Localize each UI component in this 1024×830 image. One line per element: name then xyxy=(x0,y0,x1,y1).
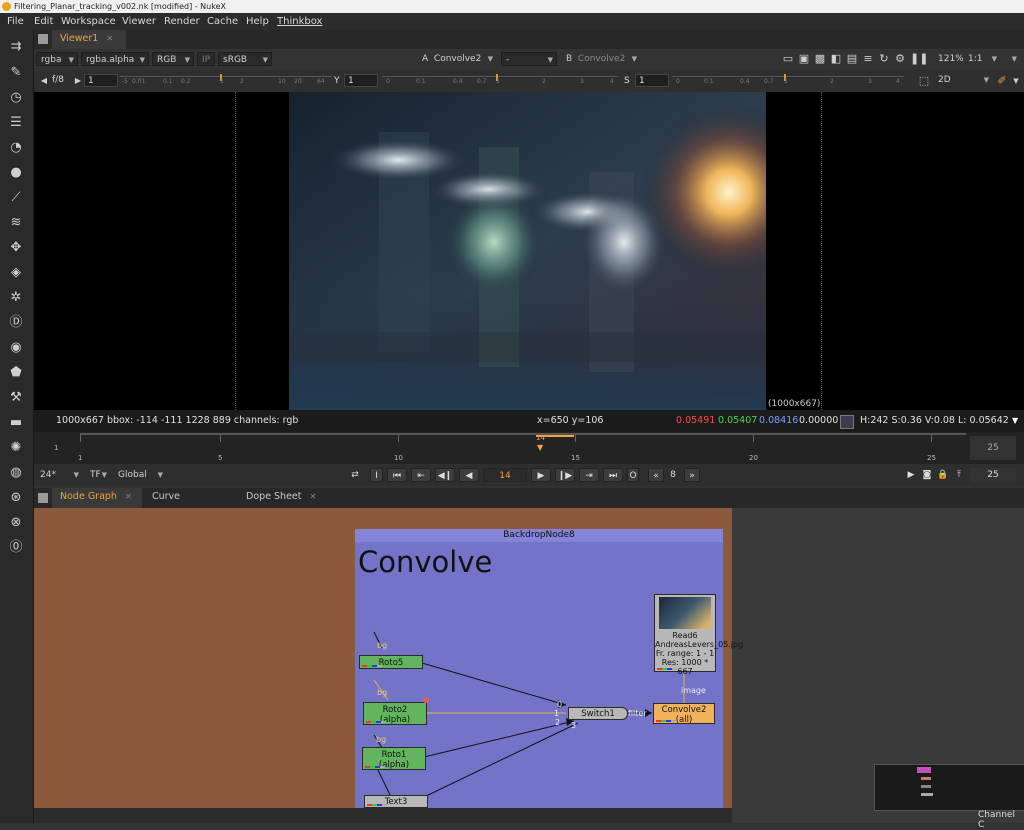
roto2-node-sublabel: (alpha) xyxy=(379,715,411,725)
text3-node-label: Text3 xyxy=(384,797,408,807)
minimap-node xyxy=(921,793,933,796)
convolve2-node-sublabel: (all) xyxy=(675,715,693,725)
read6-range-label: Fr. range: 1 - 1 xyxy=(655,649,715,658)
channel-panel-label: Channel C xyxy=(978,810,1015,830)
node-indicator-icon xyxy=(423,697,429,703)
minimap-node xyxy=(921,785,931,788)
switch-input-2-label: 2 xyxy=(555,718,561,727)
convolve2-node-label: Convolve2 xyxy=(661,705,707,715)
minimap-node xyxy=(921,777,931,780)
bg-input-label: bg xyxy=(377,688,388,697)
switch-input-3-label: 3 xyxy=(571,721,577,730)
switch1-node-label: Switch1 xyxy=(581,709,615,719)
text3-node[interactable]: Text3 xyxy=(364,795,428,808)
switch-input-0-label: 0 xyxy=(557,700,563,709)
switch-input-1-label: 1 xyxy=(554,709,560,718)
node-connections xyxy=(373,631,685,798)
node-graph-minimap[interactable] xyxy=(874,764,1024,811)
filter-input-label: filter xyxy=(628,709,647,718)
roto5-node[interactable]: Roto5 xyxy=(359,655,423,669)
roto1-node-sublabel: (alpha) xyxy=(378,760,410,770)
read6-node[interactable]: Read6 AndreasLevers_05.jpg Fr. range: 1 … xyxy=(654,594,743,676)
roto1-node-label: Roto1 xyxy=(381,750,407,760)
image-input-label: image xyxy=(681,686,706,695)
minimap-node xyxy=(917,767,931,773)
roto2-node[interactable]: Roto2 (alpha) xyxy=(363,702,427,725)
roto1-node[interactable]: Roto1 (alpha) xyxy=(362,747,426,770)
roto2-node-label: Roto2 xyxy=(382,705,408,715)
bg-input-label: bg xyxy=(377,641,388,650)
bg-input-label: bg xyxy=(376,735,387,744)
switch1-node[interactable]: Switch1 xyxy=(568,707,628,720)
roto5-node-label: Roto5 xyxy=(378,658,404,668)
read6-node-label: Read6 xyxy=(672,631,698,640)
read6-thumbnail xyxy=(659,597,711,629)
convolve2-node[interactable]: Convolve2 (all) xyxy=(653,703,715,725)
read6-file-label: AndreasLevers_05.jpg xyxy=(655,640,744,649)
